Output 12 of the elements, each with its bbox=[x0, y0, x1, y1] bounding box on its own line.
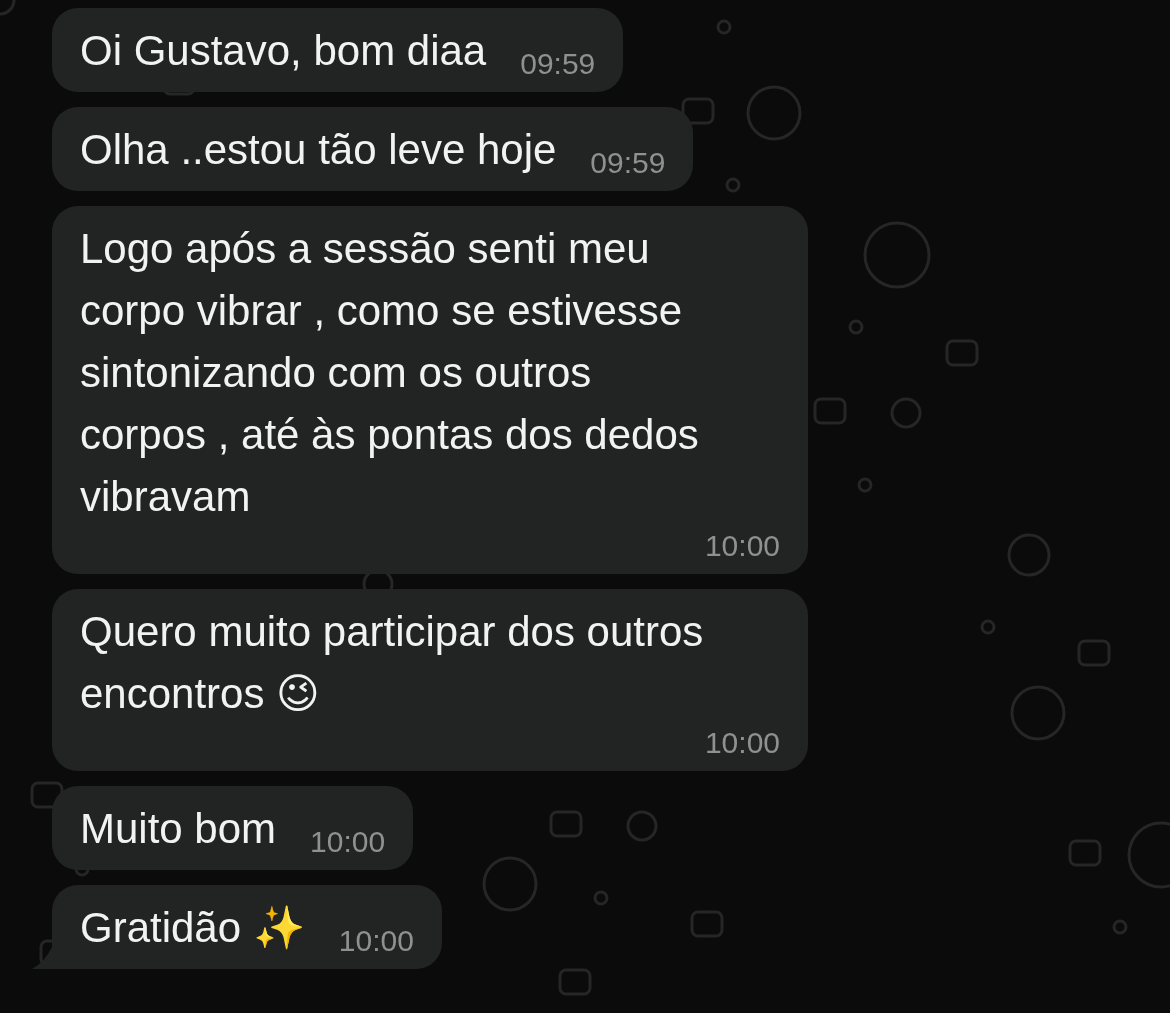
message-time: 10:00 bbox=[704, 725, 780, 761]
message-time: 10:00 bbox=[704, 528, 780, 564]
message-time: 10:00 bbox=[338, 923, 414, 959]
message-text: Quero muito participar dos outros encontros 😉 bbox=[80, 607, 705, 719]
message-text: Logo após a sessão senti meu corpo vibrar , como se estivesse sintonizando com os outros corpos , até às pontas dos dedos vibravam bbox=[80, 224, 700, 522]
message-text: Oi Gustavo, bom diaa bbox=[80, 26, 487, 76]
message-time: 09:59 bbox=[520, 46, 596, 82]
message-time: 09:59 bbox=[590, 145, 666, 181]
message-text: Olha ..estou tão leve hoje bbox=[80, 125, 557, 175]
message-text: Gratidão ✨ bbox=[80, 903, 305, 953]
message-text: Muito bom bbox=[80, 804, 277, 854]
message-time: 10:00 bbox=[310, 824, 386, 860]
